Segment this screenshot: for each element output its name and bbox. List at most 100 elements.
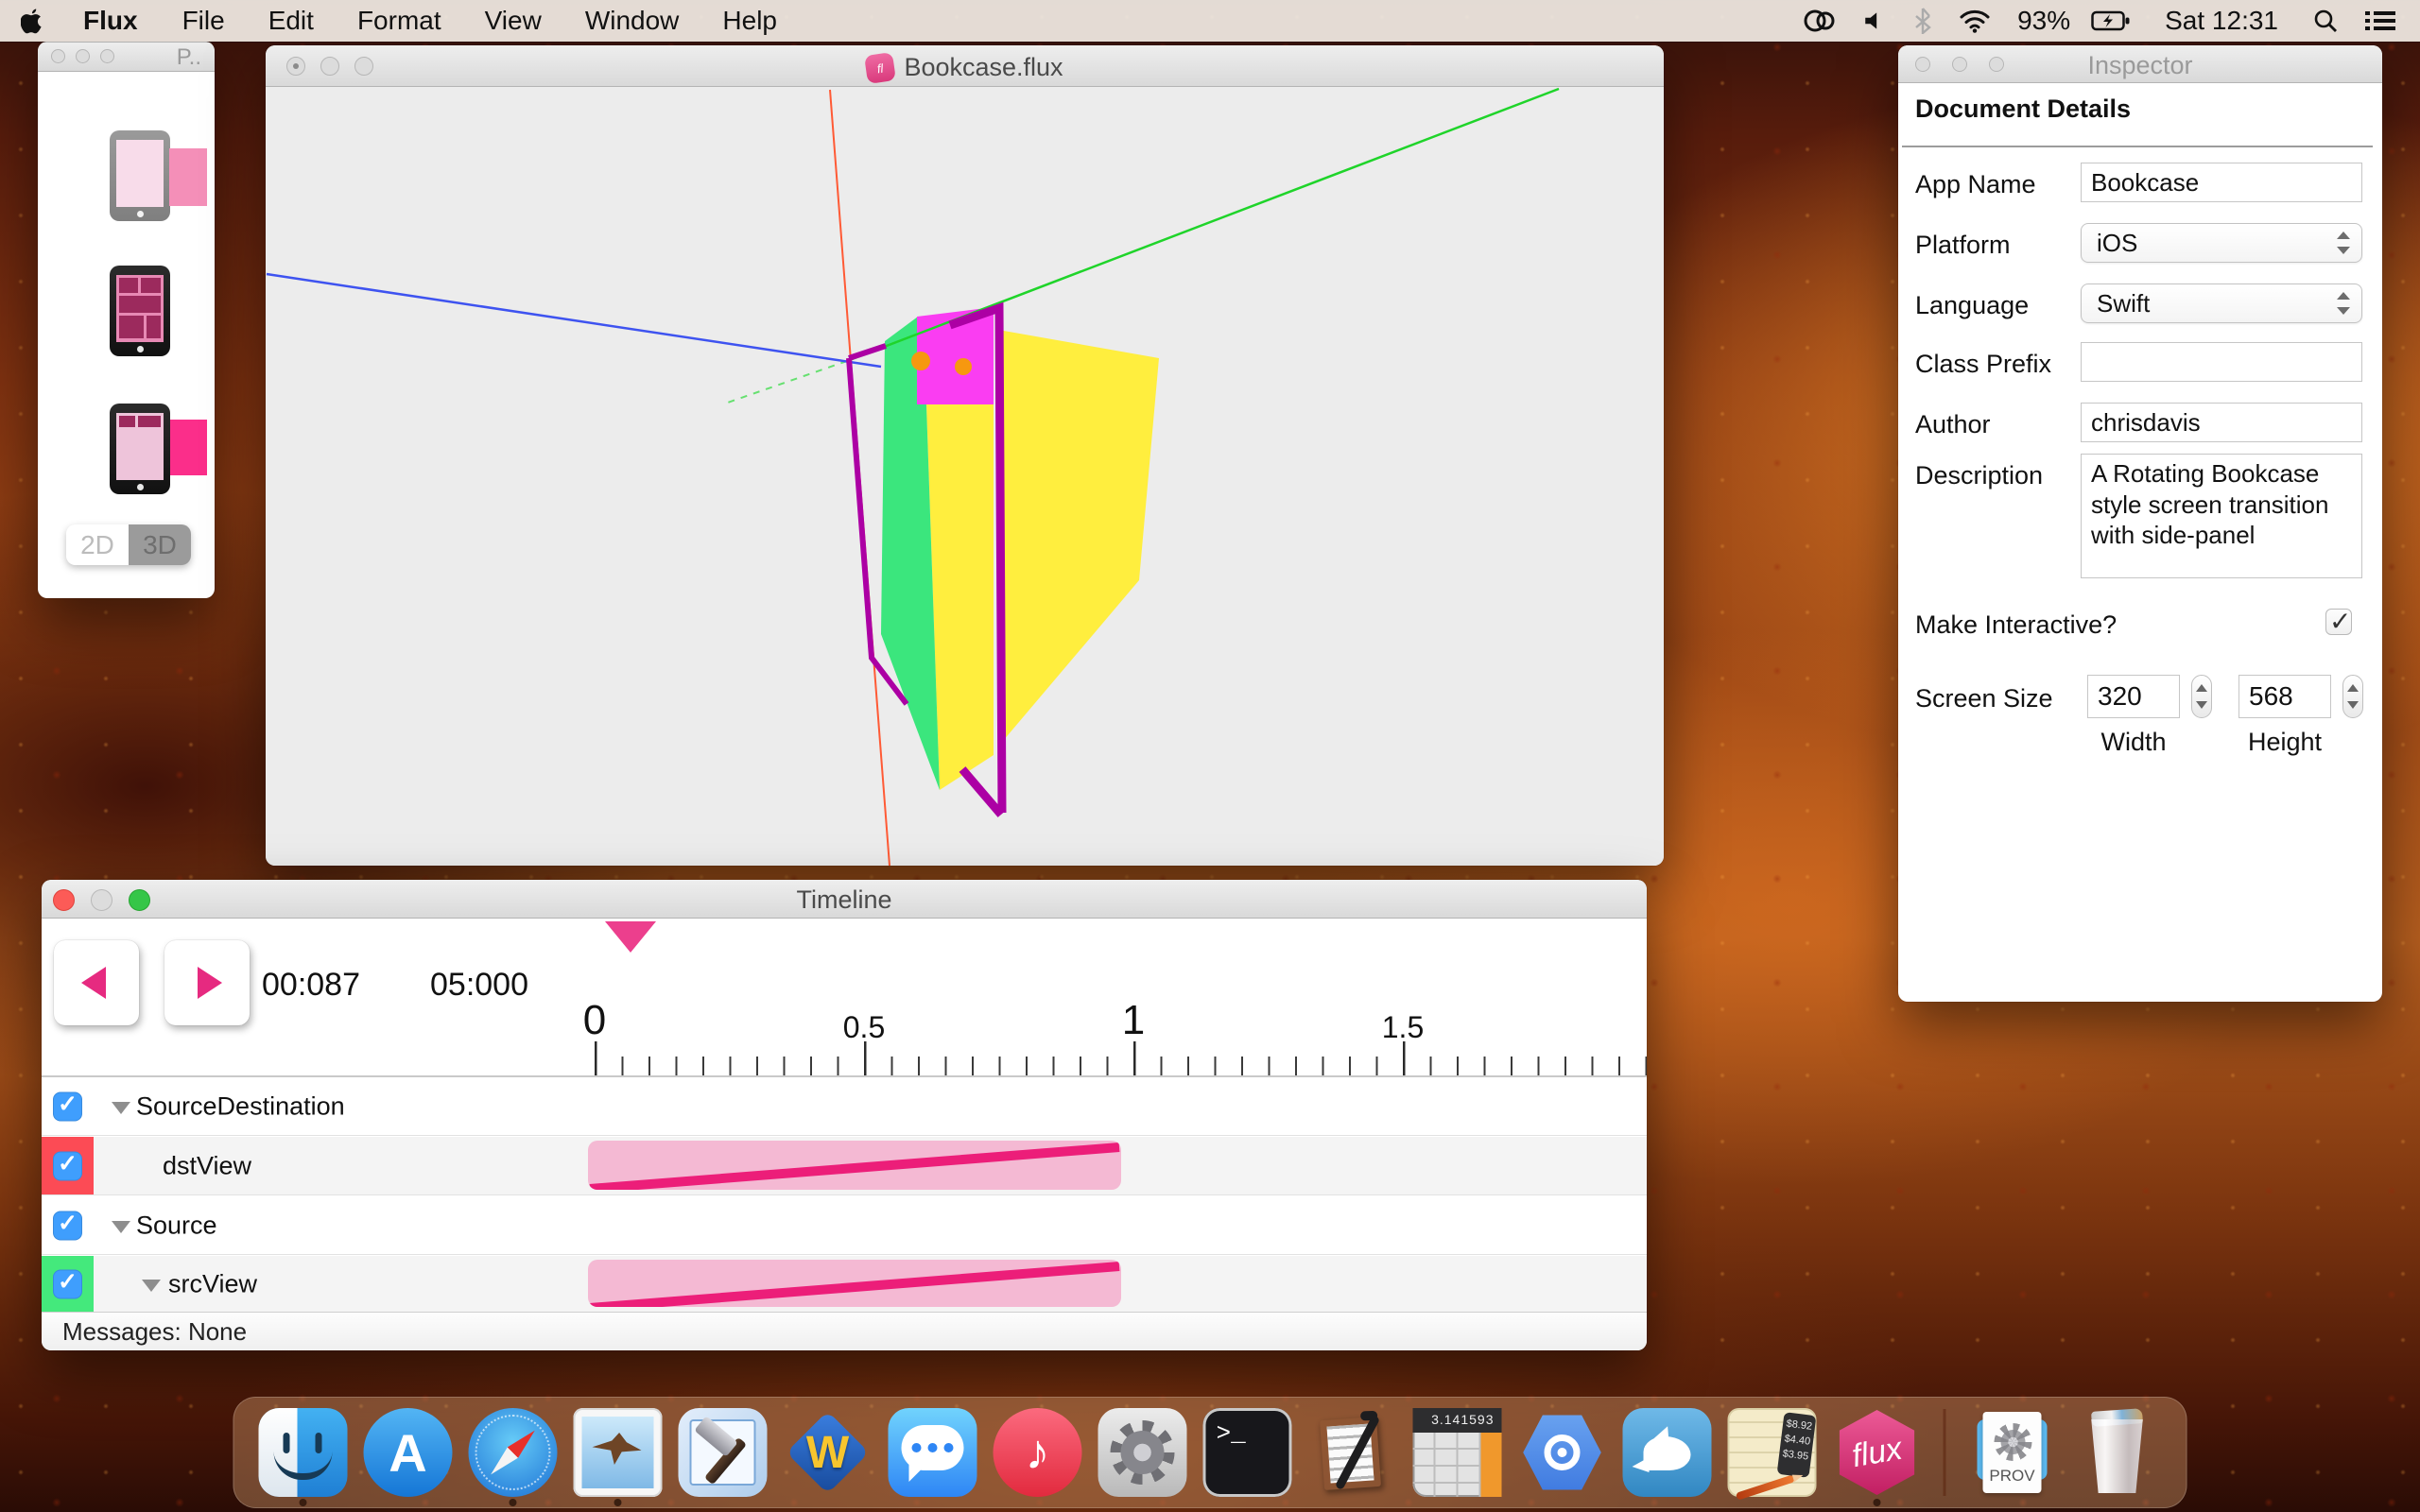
- visibility-checkbox[interactable]: [53, 1211, 82, 1240]
- dock-provisioning-profile[interactable]: PROV: [1968, 1408, 2057, 1497]
- trash-bin: [2088, 1419, 2147, 1493]
- close-button[interactable]: [51, 49, 65, 63]
- language-value: Swift: [2097, 289, 2150, 318]
- layer-row-source[interactable]: Source: [42, 1196, 1647, 1255]
- transition-style-sidepanel[interactable]: [110, 404, 170, 494]
- step-forward-button[interactable]: [164, 940, 250, 1025]
- dock-safari[interactable]: [469, 1408, 558, 1497]
- inspector-titlebar[interactable]: Inspector: [1898, 45, 2382, 83]
- inspector-title: Inspector: [1898, 51, 2382, 80]
- dock-terminal[interactable]: >_: [1203, 1408, 1292, 1497]
- volume-icon[interactable]: [1862, 9, 1887, 33]
- flux-logo: flux: [1825, 1401, 1928, 1504]
- document-titlebar[interactable]: fl Bookcase.flux: [266, 45, 1664, 87]
- dock-trash[interactable]: [2073, 1408, 2162, 1497]
- transition-style-slide[interactable]: [110, 130, 170, 221]
- dock-xcode[interactable]: [679, 1408, 768, 1497]
- spotlight-icon[interactable]: [2312, 8, 2339, 34]
- minimize-button[interactable]: [76, 49, 90, 63]
- battery-icon[interactable]: [2091, 9, 2131, 32]
- author-field[interactable]: [2081, 403, 2362, 442]
- dock-app-store[interactable]: A: [364, 1408, 453, 1497]
- disclosure-triangle-icon[interactable]: [142, 1280, 161, 1292]
- popup-chevrons-icon: [2337, 232, 2350, 254]
- make-interactive-checkbox[interactable]: [2325, 609, 2352, 635]
- apple-menu[interactable]: [0, 8, 60, 34]
- palette-window: P.. 2D 3D: [38, 42, 215, 598]
- layer-name: SourceDestination: [136, 1091, 345, 1121]
- dock-system-preferences[interactable]: [1098, 1408, 1187, 1497]
- disclosure-triangle-icon[interactable]: [112, 1221, 130, 1233]
- layer-name: Source: [136, 1211, 217, 1240]
- transition-style-grid[interactable]: [110, 266, 170, 356]
- disclosure-triangle-icon[interactable]: [112, 1102, 130, 1114]
- dock-soulver[interactable]: $8.92$4.40$3.95: [1728, 1408, 1817, 1497]
- dock-hex-fiend[interactable]: [1308, 1408, 1397, 1497]
- scene-canvas-3d[interactable]: [266, 87, 1664, 866]
- visibility-checkbox[interactable]: [53, 1151, 82, 1180]
- ruler-major-ticks[interactable]: [595, 1041, 1647, 1075]
- layer-name: dstView: [163, 1151, 251, 1180]
- height-stepper[interactable]: [2342, 675, 2363, 718]
- visibility-checkbox[interactable]: [53, 1091, 82, 1121]
- document-window: fl Bookcase.flux: [266, 45, 1664, 866]
- layer-row-srcview[interactable]: srcView: [42, 1256, 1647, 1312]
- calculator-display: 3.141593: [1413, 1408, 1502, 1433]
- menu-edit[interactable]: Edit: [247, 6, 336, 36]
- app-name-label: App Name: [1915, 170, 2036, 199]
- messages-text: Messages: None: [62, 1317, 247, 1347]
- dock-app-engine-launcher[interactable]: [1518, 1408, 1607, 1497]
- layer-row-dstview[interactable]: dstView: [42, 1137, 1647, 1195]
- dock-finder[interactable]: [259, 1408, 348, 1497]
- menu-app-name[interactable]: Flux: [60, 6, 161, 36]
- visibility-checkbox[interactable]: [53, 1269, 82, 1298]
- current-time: 00:087: [262, 967, 360, 1004]
- menu-help[interactable]: Help: [700, 6, 799, 36]
- animation-bar[interactable]: [588, 1141, 1121, 1190]
- app-name-field[interactable]: [2081, 163, 2362, 202]
- wifi-icon[interactable]: [1959, 9, 1991, 33]
- platform-popup[interactable]: iOS: [2081, 223, 2362, 263]
- width-stepper[interactable]: [2191, 675, 2212, 718]
- notification-center-icon[interactable]: [2365, 9, 2395, 32]
- class-prefix-field[interactable]: [2081, 342, 2362, 382]
- dock-w-rope-app[interactable]: W: [784, 1408, 873, 1497]
- menu-window[interactable]: Window: [563, 6, 701, 36]
- toggle-2d[interactable]: 2D: [66, 524, 129, 565]
- dock-pcalc[interactable]: 3.141593: [1413, 1408, 1502, 1497]
- screen-width-field[interactable]: [2087, 675, 2180, 718]
- creative-cloud-icon[interactable]: [1804, 9, 1836, 33]
- ruler-label-05: 0.5: [843, 1010, 885, 1045]
- animation-bar[interactable]: [588, 1260, 1121, 1307]
- dock-messages[interactable]: [889, 1408, 977, 1497]
- timeline-titlebar[interactable]: Timeline: [42, 880, 1647, 919]
- step-back-button[interactable]: [54, 940, 139, 1025]
- zoom-button[interactable]: [100, 49, 114, 63]
- layer-row-sourcedestination[interactable]: SourceDestination: [42, 1077, 1647, 1136]
- dimension-toggle: 2D 3D: [66, 524, 191, 565]
- music-note-glyph: ♪: [994, 1408, 1082, 1497]
- dock-flux[interactable]: flux: [1833, 1408, 1922, 1497]
- playhead[interactable]: [605, 921, 656, 953]
- language-popup[interactable]: Swift: [2081, 284, 2362, 323]
- ruler-label-15: 1.5: [1382, 1010, 1424, 1045]
- layer-name: srcView: [168, 1269, 257, 1298]
- description-field[interactable]: A Rotating Bookcase style screen transit…: [2081, 454, 2362, 578]
- screen-height-field[interactable]: [2238, 675, 2331, 718]
- dock-twitter[interactable]: [1623, 1408, 1712, 1497]
- running-indicator: [300, 1499, 307, 1506]
- menu-format[interactable]: Format: [336, 6, 463, 36]
- phone-screen: [116, 140, 164, 207]
- toggle-3d[interactable]: 3D: [129, 524, 191, 565]
- timeline-window: Timeline 00:087 05:000 0 0.5 1 1.5 2 Sou…: [42, 880, 1647, 1350]
- dock-mail[interactable]: [574, 1408, 663, 1497]
- y-axis-green-dashed: [722, 361, 847, 404]
- bluetooth-icon[interactable]: [1913, 8, 1932, 34]
- menu-clock[interactable]: Sat 12:31: [2165, 6, 2278, 36]
- terminal-prompt-glyph: >_: [1203, 1408, 1292, 1497]
- dock-itunes[interactable]: ♪: [994, 1408, 1082, 1497]
- menu-view[interactable]: View: [463, 6, 563, 36]
- palette-titlebar[interactable]: P..: [38, 42, 215, 72]
- running-indicator: [614, 1499, 622, 1506]
- menu-file[interactable]: File: [161, 6, 247, 36]
